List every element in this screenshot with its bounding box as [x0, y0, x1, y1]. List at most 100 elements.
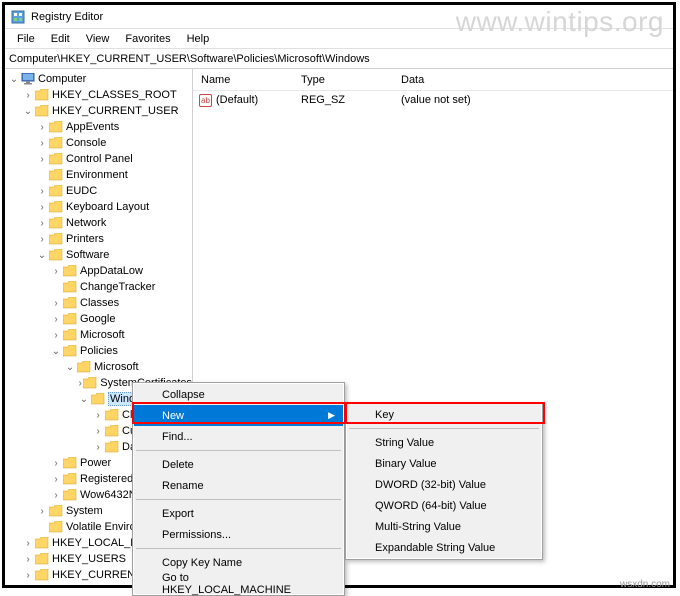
value-type: REG_SZ — [293, 94, 393, 106]
tree-label: Printers — [66, 233, 104, 245]
folder-icon — [105, 441, 119, 453]
ctx-new-dword[interactable]: DWORD (32-bit) Value — [347, 474, 541, 495]
tree-policies-microsoft[interactable]: ⌄Microsoft — [5, 359, 192, 375]
tree-environment[interactable]: Environment — [5, 167, 192, 183]
ctx-goto-hklm[interactable]: Go to HKEY_LOCAL_MACHINE — [134, 573, 343, 594]
expand-toggle-icon[interactable]: › — [35, 122, 49, 133]
expand-toggle-icon[interactable]: ⌄ — [35, 250, 49, 261]
expand-toggle-icon[interactable]: › — [91, 442, 105, 453]
ctx-find[interactable]: Find... — [134, 426, 343, 447]
expand-toggle-icon[interactable]: ⌄ — [49, 346, 63, 357]
ctx-permissions[interactable]: Permissions... — [134, 524, 343, 545]
expand-toggle-icon[interactable]: › — [49, 298, 63, 309]
expand-toggle-icon[interactable]: ⌄ — [77, 394, 91, 405]
tree-appdatalow[interactable]: › AppDataLow — [5, 263, 192, 279]
expand-toggle-icon[interactable]: › — [35, 218, 49, 229]
folder-icon — [49, 137, 63, 149]
column-headers[interactable]: Name Type Data — [193, 69, 673, 91]
menubar: File Edit View Favorites Help — [5, 29, 673, 49]
ctx-new-binary[interactable]: Binary Value — [347, 453, 541, 474]
tree-printers[interactable]: › Printers — [5, 231, 192, 247]
ctx-new-expandstring[interactable]: Expandable String Value — [347, 537, 541, 558]
tree-microsoft[interactable]: ›Microsoft — [5, 327, 192, 343]
tree-label: AppEvents — [66, 121, 119, 133]
computer-root[interactable]: ⌄Computer — [5, 71, 192, 87]
expand-toggle-icon[interactable]: ⌄ — [21, 106, 35, 117]
tree-classes[interactable]: ›Classes — [5, 295, 192, 311]
folder-icon — [63, 313, 77, 325]
tree-label: HKEY_USERS — [52, 553, 126, 565]
expand-toggle-icon[interactable]: › — [35, 186, 49, 197]
ctx-copy-key-name[interactable]: Copy Key Name — [134, 552, 343, 573]
expand-toggle-icon[interactable]: › — [49, 458, 63, 469]
expand-toggle-icon[interactable]: › — [49, 330, 63, 341]
expand-toggle-icon[interactable]: › — [21, 90, 35, 101]
tree-network[interactable]: ›Network — [5, 215, 192, 231]
menu-file[interactable]: File — [9, 31, 43, 47]
menu-view[interactable]: View — [78, 31, 118, 47]
expand-toggle-icon[interactable]: › — [91, 426, 105, 437]
expand-toggle-icon[interactable]: › — [21, 570, 35, 581]
tree-keyboard[interactable]: ›Keyboard Layout — [5, 199, 192, 215]
ctx-new-string[interactable]: String Value — [347, 432, 541, 453]
ctx-new-multistring[interactable]: Multi-String Value — [347, 516, 541, 537]
folder-icon — [105, 409, 119, 421]
ctx-new[interactable]: New▶ — [134, 405, 343, 426]
tree-label: Environment — [66, 169, 128, 181]
tree-controlpanel[interactable]: ›Control Panel — [5, 151, 192, 167]
folder-icon — [63, 473, 77, 485]
folder-icon — [63, 457, 77, 469]
menu-help[interactable]: Help — [179, 31, 218, 47]
expand-toggle-icon[interactable]: › — [35, 138, 49, 149]
expand-toggle-icon[interactable]: › — [49, 474, 63, 485]
menu-edit[interactable]: Edit — [43, 31, 78, 47]
tree-software[interactable]: ⌄Software — [5, 247, 192, 263]
menu-favorites[interactable]: Favorites — [117, 31, 178, 47]
expand-toggle-icon[interactable]: › — [91, 410, 105, 421]
expand-toggle-icon[interactable]: › — [21, 538, 35, 549]
folder-icon — [63, 281, 77, 293]
tree-hkcr[interactable]: ›HKEY_CLASSES_ROOT — [5, 87, 192, 103]
col-data[interactable]: Data — [393, 74, 673, 86]
expand-toggle-icon[interactable]: › — [21, 554, 35, 565]
ctx-rename[interactable]: Rename — [134, 475, 343, 496]
folder-icon — [77, 361, 91, 373]
expand-toggle-icon[interactable]: › — [35, 154, 49, 165]
ctx-export[interactable]: Export — [134, 503, 343, 524]
ctx-delete[interactable]: Delete — [134, 454, 343, 475]
tree-appevents[interactable]: › AppEvents — [5, 119, 192, 135]
expand-toggle-icon[interactable]: › — [35, 234, 49, 245]
expand-toggle-icon[interactable]: › — [49, 314, 63, 325]
separator — [136, 450, 341, 451]
tree-policies[interactable]: ⌄Policies — [5, 343, 192, 359]
tree-google[interactable]: › Google — [5, 311, 192, 327]
value-row[interactable]: ab(Default) REG_SZ (value not set) — [193, 91, 673, 109]
expand-toggle-icon[interactable]: › — [49, 490, 63, 501]
tree-changetracker[interactable]: ChangeTracker — [5, 279, 192, 295]
address-bar[interactable]: Computer\HKEY_CURRENT_USER\Software\Poli… — [5, 49, 673, 69]
folder-icon — [35, 569, 49, 581]
tree-console[interactable]: ›Console — [5, 135, 192, 151]
separator — [349, 428, 539, 429]
tree-hkcu[interactable]: ⌄HKEY_CURRENT_USER — [5, 103, 192, 119]
tree-label: Google — [80, 313, 115, 325]
ctx-new-key[interactable]: Key — [347, 404, 541, 425]
value-name: (Default) — [216, 94, 258, 106]
col-type[interactable]: Type — [293, 74, 393, 86]
expand-toggle-icon[interactable]: › — [35, 506, 49, 517]
tree-eudc[interactable]: ›EUDC — [5, 183, 192, 199]
string-value-icon: ab — [199, 94, 212, 107]
folder-icon — [63, 489, 77, 501]
expand-toggle-icon[interactable]: ⌄ — [7, 74, 21, 85]
expand-toggle-icon[interactable]: ⌄ — [63, 362, 77, 373]
tree-label: AppDataLow — [80, 265, 143, 277]
col-name[interactable]: Name — [193, 74, 293, 86]
expand-toggle-icon[interactable]: › — [49, 266, 63, 277]
folder-icon — [63, 297, 77, 309]
expand-toggle-icon[interactable]: › — [35, 202, 49, 213]
tree-label: ChangeTracker — [80, 281, 155, 293]
folder-icon — [35, 89, 49, 101]
ctx-collapse[interactable]: Collapse — [134, 384, 343, 405]
folder-icon — [35, 537, 49, 549]
ctx-new-qword[interactable]: QWORD (64-bit) Value — [347, 495, 541, 516]
